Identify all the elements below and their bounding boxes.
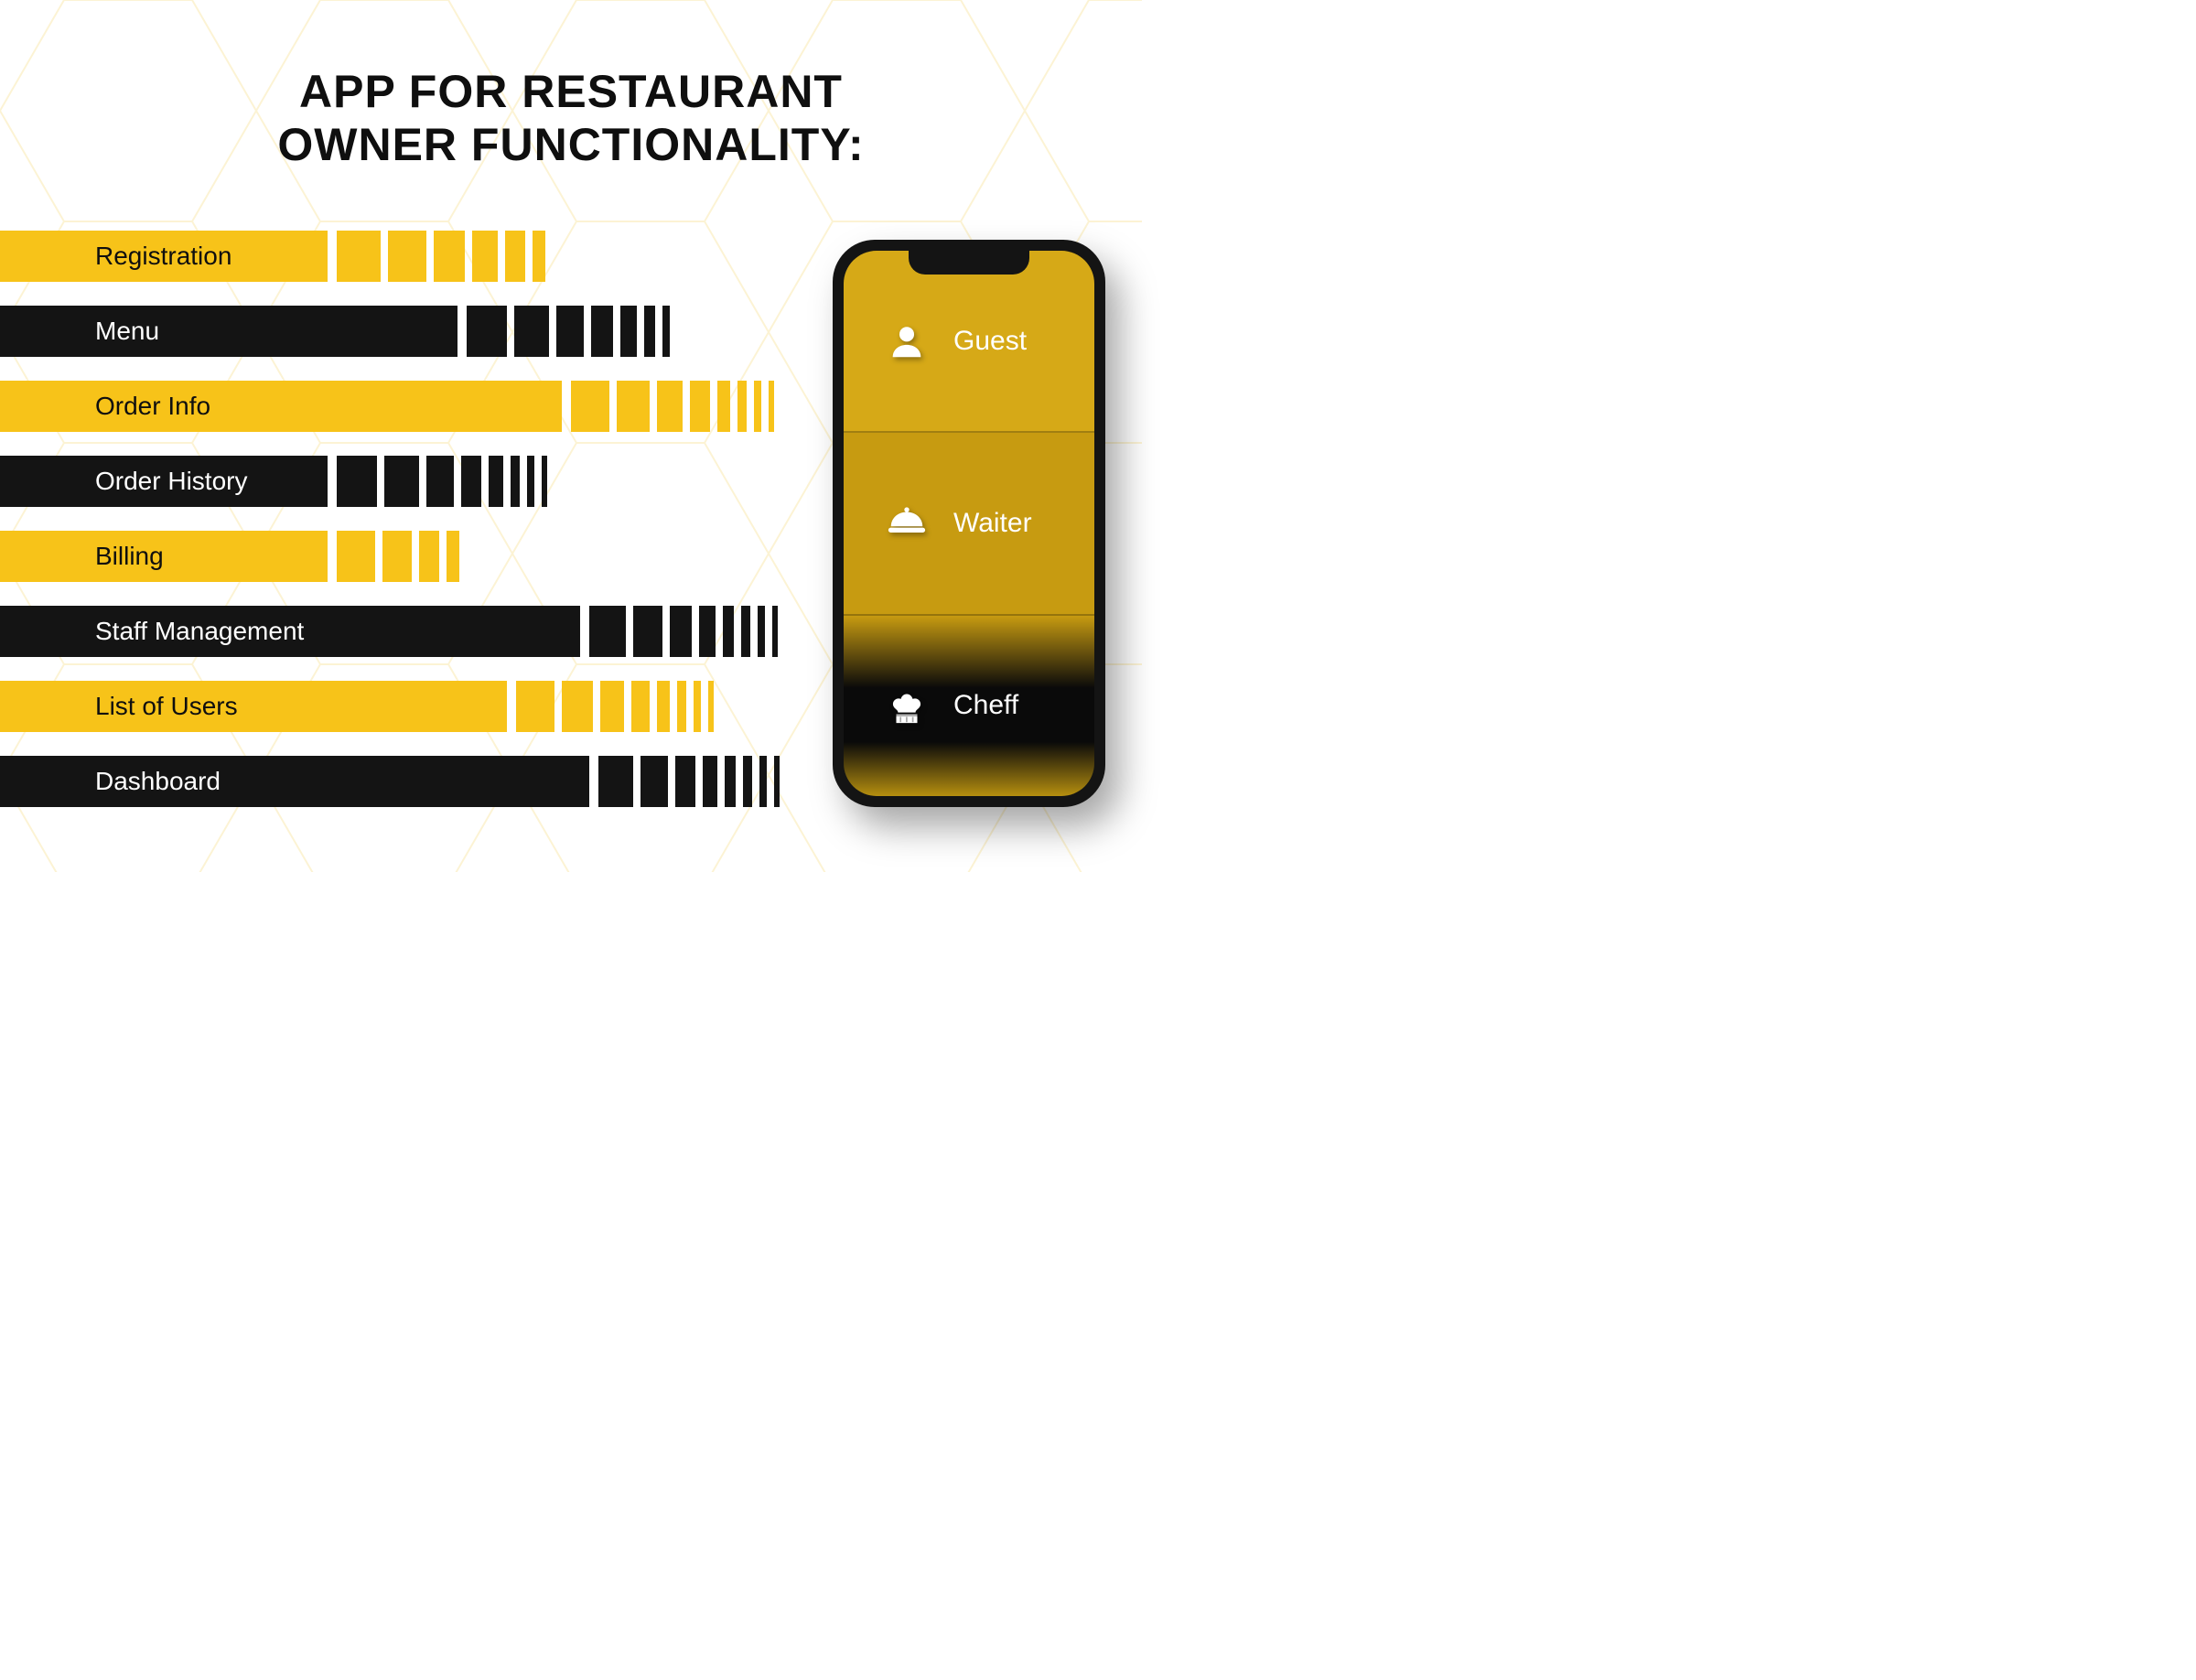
dash <box>717 381 730 432</box>
dash <box>769 381 774 432</box>
dash <box>699 606 716 657</box>
dash <box>662 306 670 357</box>
dash <box>631 681 650 732</box>
dash <box>472 231 498 282</box>
dash <box>741 606 750 657</box>
title-line-1: APP FOR RESTAURANT <box>277 66 864 119</box>
dash <box>670 606 692 657</box>
cloche-icon <box>886 502 928 544</box>
dash <box>774 756 780 807</box>
dash <box>737 381 747 432</box>
dash <box>754 381 761 432</box>
bar-label: List of Users <box>0 681 507 732</box>
phone-role-guest[interactable]: Guest <box>844 251 1094 433</box>
dash <box>489 456 503 507</box>
chef-hat-icon <box>886 684 928 727</box>
dash <box>657 381 683 432</box>
dash <box>589 606 626 657</box>
page-title: APP FOR RESTAURANT OWNER FUNCTIONALITY: <box>277 66 864 171</box>
bar-row: Menu <box>0 306 787 357</box>
bar-dashes <box>337 531 467 582</box>
title-line-2: OWNER FUNCTIONALITY: <box>277 119 864 172</box>
dash <box>461 456 481 507</box>
dash <box>505 231 525 282</box>
bar-label: Menu <box>0 306 458 357</box>
dash <box>556 306 584 357</box>
dash <box>677 681 686 732</box>
dash <box>434 231 465 282</box>
dash <box>382 531 412 582</box>
bar-row: Billing <box>0 531 787 582</box>
role-label: Cheff <box>953 690 1018 721</box>
dash <box>690 381 710 432</box>
dash <box>337 231 381 282</box>
dash <box>533 231 545 282</box>
bar-label: Order History <box>0 456 328 507</box>
dash <box>598 756 633 807</box>
bar-dashes <box>467 306 677 357</box>
bar-row: List of Users <box>0 681 787 732</box>
dash <box>759 756 767 807</box>
dash <box>426 456 454 507</box>
dash <box>514 306 549 357</box>
bar-dashes <box>598 756 787 807</box>
phone-notch <box>909 251 1029 275</box>
bar-dashes <box>337 456 554 507</box>
phone-mockup: Guest Waiter Cheff <box>833 240 1105 807</box>
dash <box>527 456 534 507</box>
dash <box>694 681 701 732</box>
bar-row: Order Info <box>0 381 787 432</box>
bar-label: Registration <box>0 231 328 282</box>
dash <box>723 606 734 657</box>
dash <box>675 756 695 807</box>
dash <box>419 531 439 582</box>
phone-screen: Guest Waiter Cheff <box>844 251 1094 796</box>
dash <box>725 756 736 807</box>
phone-role-waiter[interactable]: Waiter <box>844 433 1094 615</box>
bar-label: Billing <box>0 531 328 582</box>
bar-row: Registration <box>0 231 787 282</box>
bar-row: Dashboard <box>0 756 787 807</box>
dash <box>758 606 765 657</box>
dash <box>511 456 520 507</box>
bar-dashes <box>589 606 785 657</box>
dash <box>600 681 624 732</box>
role-label: Guest <box>953 326 1027 357</box>
dash <box>562 681 593 732</box>
bar-label: Order Info <box>0 381 562 432</box>
dash <box>447 531 459 582</box>
bar-dashes <box>516 681 721 732</box>
dash <box>703 756 717 807</box>
dash <box>542 456 547 507</box>
bar-row: Staff Management <box>0 606 787 657</box>
role-label: Waiter <box>953 508 1032 539</box>
dash <box>337 531 375 582</box>
bar-label: Dashboard <box>0 756 589 807</box>
bar-dashes <box>337 231 553 282</box>
dash <box>640 756 668 807</box>
dash <box>708 681 714 732</box>
functionality-bars: Registration Menu Order Info Order History B… <box>0 231 787 831</box>
bar-row: Order History <box>0 456 787 507</box>
dash <box>743 756 752 807</box>
dash <box>388 231 426 282</box>
dash <box>591 306 613 357</box>
dash <box>644 306 655 357</box>
dash <box>571 381 609 432</box>
bar-label: Staff Management <box>0 606 580 657</box>
dash <box>772 606 778 657</box>
phone-role-cheff[interactable]: Cheff <box>844 616 1094 796</box>
user-icon <box>886 320 928 362</box>
bar-dashes <box>571 381 781 432</box>
dash <box>617 381 650 432</box>
dash <box>657 681 670 732</box>
dash <box>384 456 419 507</box>
dash <box>467 306 507 357</box>
dash <box>337 456 377 507</box>
dash <box>516 681 554 732</box>
dash <box>633 606 662 657</box>
dash <box>620 306 637 357</box>
